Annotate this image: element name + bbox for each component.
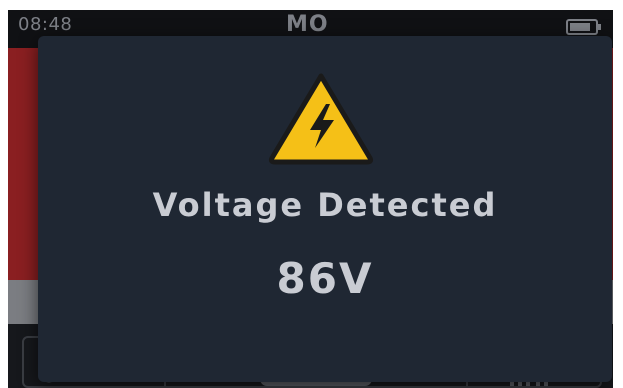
alert-title: Voltage Detected [152,186,498,224]
detected-voltage-value: 86V [276,254,374,303]
device-screen: 08:48 MO Voltage Detected 86V [8,10,613,388]
status-mode: MO [286,12,329,37]
status-time: 08:48 [18,14,73,35]
voltage-alert-dialog: Voltage Detected 86V [38,36,612,382]
high-voltage-warning-icon [268,73,374,165]
battery-icon [566,19,601,35]
